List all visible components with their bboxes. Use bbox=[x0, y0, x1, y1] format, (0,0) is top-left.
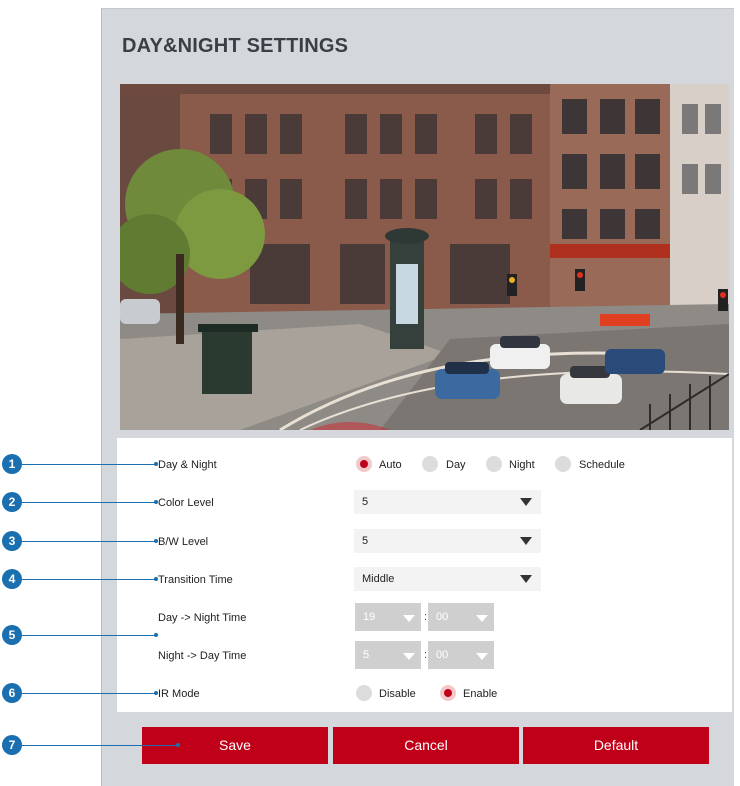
chevron-down-icon bbox=[476, 615, 488, 622]
option-night-label: Night bbox=[509, 459, 535, 471]
chevron-down-icon bbox=[520, 537, 532, 545]
night-to-day-hour-select[interactable]: 5 bbox=[355, 641, 421, 669]
transition-time-label: Transition Time bbox=[158, 574, 233, 586]
callout-line bbox=[22, 693, 156, 694]
camera-preview bbox=[120, 84, 729, 430]
transition-time-select[interactable]: Middle bbox=[354, 567, 541, 591]
night-to-day-label: Night -> Day Time bbox=[158, 650, 247, 662]
callout-line bbox=[22, 541, 156, 542]
bw-level-select[interactable]: 5 bbox=[354, 529, 541, 553]
radio-auto[interactable] bbox=[356, 456, 372, 472]
option-enable-label: Enable bbox=[463, 688, 498, 700]
callout-line bbox=[22, 502, 156, 503]
callout-6: 6 bbox=[2, 683, 22, 703]
callout-4: 4 bbox=[2, 569, 22, 589]
chevron-down-icon bbox=[520, 575, 532, 583]
chevron-down-icon bbox=[476, 653, 488, 660]
day-night-label: Day & Night bbox=[158, 459, 217, 471]
callout-2: 2 bbox=[2, 492, 22, 512]
callout-line bbox=[22, 579, 156, 580]
transition-time-value: Middle bbox=[362, 573, 395, 585]
time-separator: : bbox=[424, 611, 428, 623]
page-title: DAY&NIGHT SETTINGS bbox=[122, 35, 349, 57]
callout-line bbox=[22, 464, 156, 465]
callout-1: 1 bbox=[2, 454, 22, 474]
radio-schedule[interactable] bbox=[555, 456, 571, 472]
callout-dot bbox=[176, 743, 180, 747]
radio-night[interactable] bbox=[486, 456, 502, 472]
chevron-down-icon bbox=[520, 498, 532, 506]
day-to-night-hour-value: 19 bbox=[363, 611, 376, 623]
option-auto-label: Auto bbox=[379, 459, 402, 471]
callout-dot bbox=[154, 691, 158, 695]
radio-ir-disable[interactable] bbox=[356, 685, 372, 701]
radio-ir-enable[interactable] bbox=[440, 685, 456, 701]
callout-5: 5 bbox=[2, 625, 22, 645]
radio-day[interactable] bbox=[422, 456, 438, 472]
color-level-value: 5 bbox=[362, 496, 369, 508]
callout-dot bbox=[154, 539, 158, 543]
night-to-day-minute-value: 00 bbox=[436, 649, 449, 661]
callout-line bbox=[22, 745, 178, 746]
day-to-night-hour-select[interactable]: 19 bbox=[355, 603, 421, 631]
callout-dot bbox=[154, 462, 158, 466]
default-button[interactable]: Default bbox=[523, 727, 709, 764]
callout-dot bbox=[154, 633, 158, 637]
callout-dot bbox=[154, 500, 158, 504]
time-separator: : bbox=[424, 649, 428, 661]
callout-7: 7 bbox=[2, 735, 22, 755]
chevron-down-icon bbox=[403, 615, 415, 622]
day-to-night-minute-select[interactable]: 00 bbox=[428, 603, 494, 631]
color-level-label: Color Level bbox=[158, 497, 214, 509]
option-disable-label: Disable bbox=[379, 688, 416, 700]
callout-dot bbox=[154, 577, 158, 581]
callout-line bbox=[22, 635, 156, 636]
ir-mode-label: IR Mode bbox=[158, 688, 200, 700]
cancel-button[interactable]: Cancel bbox=[333, 727, 519, 764]
night-to-day-hour-value: 5 bbox=[363, 649, 370, 661]
callout-3: 3 bbox=[2, 531, 22, 551]
color-level-select[interactable]: 5 bbox=[354, 490, 541, 514]
bw-level-label: B/W Level bbox=[158, 536, 209, 548]
day-to-night-label: Day -> Night Time bbox=[158, 612, 247, 624]
day-to-night-minute-value: 00 bbox=[436, 611, 449, 623]
bw-level-value: 5 bbox=[362, 535, 369, 547]
option-schedule-label: Schedule bbox=[579, 459, 625, 471]
night-to-day-minute-select[interactable]: 00 bbox=[428, 641, 494, 669]
option-day-label: Day bbox=[446, 459, 466, 471]
chevron-down-icon bbox=[403, 653, 415, 660]
